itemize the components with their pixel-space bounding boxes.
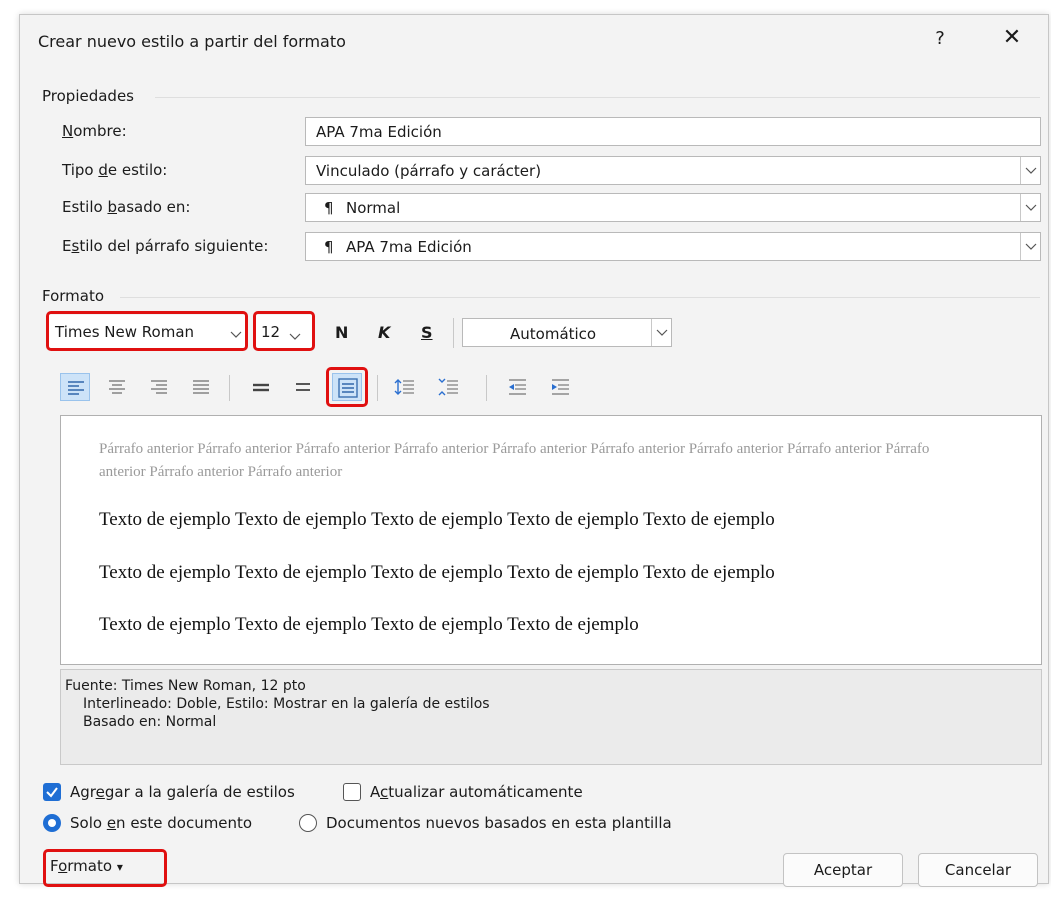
properties-divider	[155, 97, 1040, 98]
sample-text-line: Texto de ejemplo Texto de ejemplo Texto …	[99, 562, 775, 583]
align-center-button[interactable]	[102, 373, 132, 401]
decrease-indent-button[interactable]	[502, 373, 532, 401]
next-style-label: Estilo del párrafo siguiente:	[62, 237, 269, 255]
based-on-value: Normal	[346, 199, 401, 217]
description-font: Fuente: Times New Roman, 12 pto	[65, 678, 306, 694]
chevron-down-icon[interactable]	[1020, 194, 1040, 221]
single-spacing-button[interactable]	[246, 373, 276, 401]
align-left-icon	[68, 381, 84, 395]
dialog-title: Crear nuevo estilo a partir del formato	[38, 32, 346, 51]
previous-paragraph-preview: Párrafo anterior Párrafo anterior Párraf…	[99, 441, 930, 480]
decrease-indent-icon	[509, 379, 526, 395]
formatting-divider	[120, 297, 1040, 298]
align-right-icon	[151, 380, 167, 394]
toolbar-separator	[229, 375, 230, 401]
justify-button[interactable]	[186, 373, 216, 401]
format-button-highlight	[43, 849, 167, 887]
style-type-label: Tipo de estilo:	[62, 161, 168, 179]
properties-section-label: Propiedades	[42, 87, 134, 105]
only-this-document-label: Solo en este documento	[70, 814, 253, 832]
increase-indent-button[interactable]	[545, 373, 575, 401]
style-preview: Párrafo anterior Párrafo anterior Párraf…	[60, 415, 1042, 665]
double-spacing-highlight	[326, 367, 368, 407]
italic-button[interactable]: K	[378, 323, 390, 342]
next-style-select[interactable]: ¶ APA 7ma Edición	[305, 232, 1041, 261]
create-style-dialog: Crear nuevo estilo a partir del formato …	[19, 14, 1049, 887]
new-documents-radio[interactable]	[299, 814, 317, 832]
name-label: Nombre:	[62, 122, 127, 140]
color-select[interactable]: Automático	[462, 318, 672, 347]
description-spacing: Interlineado: Doble, Estilo: Mostrar en …	[83, 696, 490, 712]
name-value: APA 7ma Edición	[316, 123, 442, 141]
help-button[interactable]: ?	[930, 28, 950, 49]
one-half-spacing-icon	[296, 383, 310, 391]
paragraph-mark-icon: ¶	[324, 238, 334, 256]
auto-update-label: Actualizar automáticamente	[370, 783, 583, 801]
add-to-gallery-label: Agregar a la galería de estilos	[70, 783, 295, 801]
increase-indent-icon	[552, 379, 569, 395]
based-on-label: Estilo basado en:	[62, 198, 191, 216]
toolbar-separator	[377, 375, 378, 401]
bold-button[interactable]: N	[335, 323, 348, 342]
space-before-increase-button[interactable]	[390, 373, 420, 401]
one-half-spacing-button[interactable]	[288, 373, 318, 401]
close-button[interactable]: ✕	[1000, 25, 1024, 50]
title-bar: Crear nuevo estilo a partir del formato …	[20, 15, 1048, 65]
add-to-gallery-checkbox[interactable]	[43, 783, 61, 801]
style-type-value: Vinculado (párrafo y carácter)	[316, 162, 542, 180]
space-before-decrease-button[interactable]	[434, 373, 464, 401]
style-type-select[interactable]: Vinculado (párrafo y carácter)	[305, 156, 1041, 185]
new-documents-label: Documentos nuevos basados en esta planti…	[326, 814, 672, 832]
radio-dot-icon	[48, 819, 56, 827]
font-highlight	[46, 311, 248, 351]
color-value: Automático	[510, 325, 597, 343]
next-style-value: APA 7ma Edición	[346, 238, 472, 256]
size-highlight	[253, 311, 315, 351]
paragraph-space-before-icon	[394, 379, 414, 395]
sample-text-line: Texto de ejemplo Texto de ejemplo Texto …	[99, 614, 639, 635]
justify-icon	[193, 380, 209, 394]
formatting-section-label: Formato	[42, 287, 105, 305]
paragraph-mark-icon: ¶	[324, 199, 334, 217]
ok-button[interactable]: Aceptar	[783, 853, 903, 887]
chevron-down-icon[interactable]	[651, 319, 671, 346]
name-input[interactable]: APA 7ma Edición	[305, 117, 1041, 146]
chevron-down-icon[interactable]	[1020, 233, 1040, 260]
align-right-button[interactable]	[144, 373, 174, 401]
checkmark-icon	[46, 787, 58, 798]
style-description: Fuente: Times New Roman, 12 pto Interlin…	[60, 669, 1042, 765]
underline-button[interactable]: S	[421, 323, 433, 342]
toolbar-separator	[453, 318, 454, 348]
align-center-icon	[109, 380, 125, 394]
align-left-button[interactable]	[60, 373, 90, 401]
chevron-down-icon[interactable]	[1020, 157, 1040, 184]
paragraph-space-after-icon	[438, 378, 458, 396]
auto-update-checkbox[interactable]	[343, 783, 361, 801]
only-this-document-radio[interactable]	[43, 814, 61, 832]
description-based-on: Basado en: Normal	[83, 714, 217, 730]
cancel-button[interactable]: Cancelar	[918, 853, 1038, 887]
sample-text-line: Texto de ejemplo Texto de ejemplo Texto …	[99, 509, 775, 530]
single-spacing-icon	[253, 383, 269, 392]
toolbar-separator	[486, 375, 487, 401]
based-on-select[interactable]: ¶ Normal	[305, 193, 1041, 222]
